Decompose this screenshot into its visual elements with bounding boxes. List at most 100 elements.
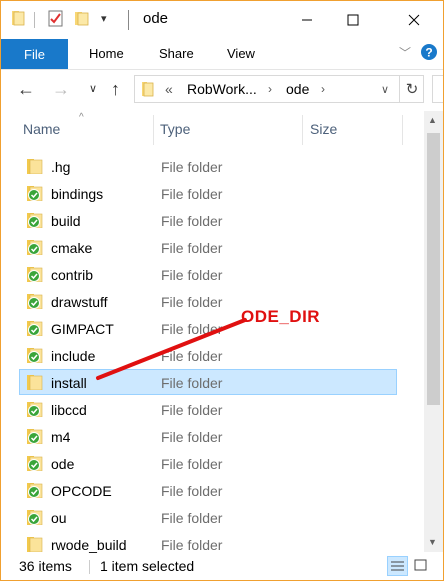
tab-home[interactable]: Home: [89, 46, 124, 61]
tab-view[interactable]: View: [227, 46, 255, 61]
forward-arrow-icon[interactable]: →: [52, 79, 70, 100]
file-row[interactable]: OPCODE File folder: [19, 477, 397, 503]
breadcrumb-chevron-icon[interactable]: ›: [321, 82, 325, 96]
file-row[interactable]: m4 File folder: [19, 423, 397, 449]
folder-icon: [27, 537, 45, 553]
customize-toolbar-icon[interactable]: ▾: [101, 12, 107, 25]
details-view-button[interactable]: [387, 556, 408, 576]
synced-folder-icon: [27, 510, 45, 526]
address-bar[interactable]: « RobWork... › ode › ∨: [134, 75, 424, 103]
synced-folder-icon: [27, 456, 45, 472]
column-name[interactable]: Name: [23, 121, 60, 137]
details-view-icon: [391, 561, 404, 571]
tab-share[interactable]: Share: [159, 46, 194, 61]
minimize-button[interactable]: [284, 1, 330, 39]
file-type: File folder: [161, 375, 223, 391]
file-row[interactable]: contrib File folder: [19, 261, 397, 287]
status-divider: [89, 560, 90, 574]
file-name: cmake: [51, 240, 93, 256]
expand-ribbon-chevron-icon[interactable]: ﹀: [399, 44, 411, 61]
minimize-icon: [302, 19, 312, 21]
file-tab[interactable]: File: [1, 39, 68, 69]
synced-folder-icon: [27, 267, 45, 283]
scroll-down-arrow-icon[interactable]: ▼: [428, 537, 437, 547]
column-divider[interactable]: [302, 115, 303, 145]
file-name: ou: [51, 510, 67, 526]
file-row[interactable]: ode File folder: [19, 450, 397, 476]
file-name: ode: [51, 456, 75, 472]
column-size[interactable]: Size: [310, 121, 337, 137]
breadcrumb-overflow[interactable]: «: [165, 81, 173, 97]
file-row[interactable]: libccd File folder: [19, 396, 397, 422]
file-name: bindings: [51, 186, 104, 202]
file-row[interactable]: drawstuff File folder: [19, 288, 397, 314]
column-type[interactable]: Type: [160, 121, 190, 137]
title-divider: [128, 10, 129, 30]
folder-icon: [27, 159, 45, 175]
file-row[interactable]: install File folder: [19, 369, 397, 395]
file-row[interactable]: build File folder: [19, 207, 397, 233]
file-type: File folder: [161, 456, 223, 472]
file-row[interactable]: ou File folder: [19, 504, 397, 530]
file-row[interactable]: bindings File folder: [19, 180, 397, 206]
scroll-up-arrow-icon[interactable]: ▲: [428, 115, 437, 125]
recent-locations-chevron-icon[interactable]: ∨: [89, 82, 97, 95]
close-button[interactable]: [391, 1, 437, 39]
file-name: drawstuff: [51, 294, 108, 310]
maximize-button[interactable]: [330, 1, 376, 39]
vertical-scrollbar[interactable]: ▲ ▼: [424, 111, 443, 552]
help-icon[interactable]: ?: [420, 43, 438, 64]
window-title: ode: [143, 10, 169, 27]
navigation-bar: ← → ∨ ↑ « RobWork... › ode › ∨ ↻: [1, 70, 443, 110]
file-type: File folder: [161, 213, 223, 229]
column-divider[interactable]: [402, 115, 403, 145]
item-count: 36 items: [19, 558, 72, 574]
file-explorer-window: ▾ ode File Home Share View ﹀ ? ← → ∨ ↑ «…: [0, 0, 444, 581]
address-history-chevron-icon[interactable]: ∨: [381, 83, 389, 96]
synced-folder-icon: [27, 483, 45, 499]
file-type: File folder: [161, 240, 223, 256]
column-header: ^ Name Type Size: [1, 111, 424, 145]
file-row[interactable]: include File folder: [19, 342, 397, 368]
file-type: File folder: [161, 402, 223, 418]
file-type: File folder: [161, 159, 223, 175]
ribbon: File Home Share View ﹀ ?: [1, 39, 443, 70]
file-type: File folder: [161, 510, 223, 526]
synced-folder-icon: [27, 294, 45, 310]
synced-folder-icon: [27, 348, 45, 364]
file-type: File folder: [161, 348, 223, 364]
file-row[interactable]: .hg File folder: [19, 153, 397, 179]
file-name: .hg: [51, 159, 71, 175]
status-bar: 36 items 1 item selected: [1, 554, 443, 580]
synced-folder-icon: [27, 186, 45, 202]
properties-icon[interactable]: [47, 10, 65, 31]
synced-folder-icon: [27, 321, 45, 337]
breadcrumb-chevron-icon[interactable]: ›: [268, 82, 272, 96]
large-icons-view-icon: [414, 559, 427, 571]
breadcrumb-robwork[interactable]: RobWork...: [187, 81, 257, 97]
file-type: File folder: [161, 537, 223, 553]
new-folder-icon[interactable]: [74, 10, 90, 29]
synced-folder-icon: [27, 402, 45, 418]
breadcrumb-ode[interactable]: ode: [286, 81, 309, 97]
scrollbar-thumb[interactable]: [427, 133, 440, 405]
large-icons-view-button[interactable]: [411, 556, 432, 576]
address-folder-icon: [141, 81, 155, 100]
selection-count: 1 item selected: [100, 558, 195, 574]
file-name: m4: [51, 429, 71, 445]
file-row[interactable]: cmake File folder: [19, 234, 397, 260]
folder-icon: [11, 10, 27, 29]
file-type: File folder: [161, 429, 223, 445]
annotation-label: ODE_DIR: [241, 307, 321, 326]
file-row[interactable]: GIMPACT File folder: [19, 315, 397, 341]
file-name: include: [51, 348, 96, 364]
synced-folder-icon: [27, 240, 45, 256]
refresh-icon[interactable]: ↻: [399, 75, 424, 103]
file-name: build: [51, 213, 81, 229]
title-bar: ▾ ode: [1, 1, 443, 39]
back-arrow-icon[interactable]: ←: [17, 79, 35, 100]
search-box[interactable]: [432, 75, 443, 103]
up-arrow-icon[interactable]: ↑: [111, 79, 120, 100]
column-divider[interactable]: [153, 115, 154, 145]
synced-folder-icon: [27, 429, 45, 445]
